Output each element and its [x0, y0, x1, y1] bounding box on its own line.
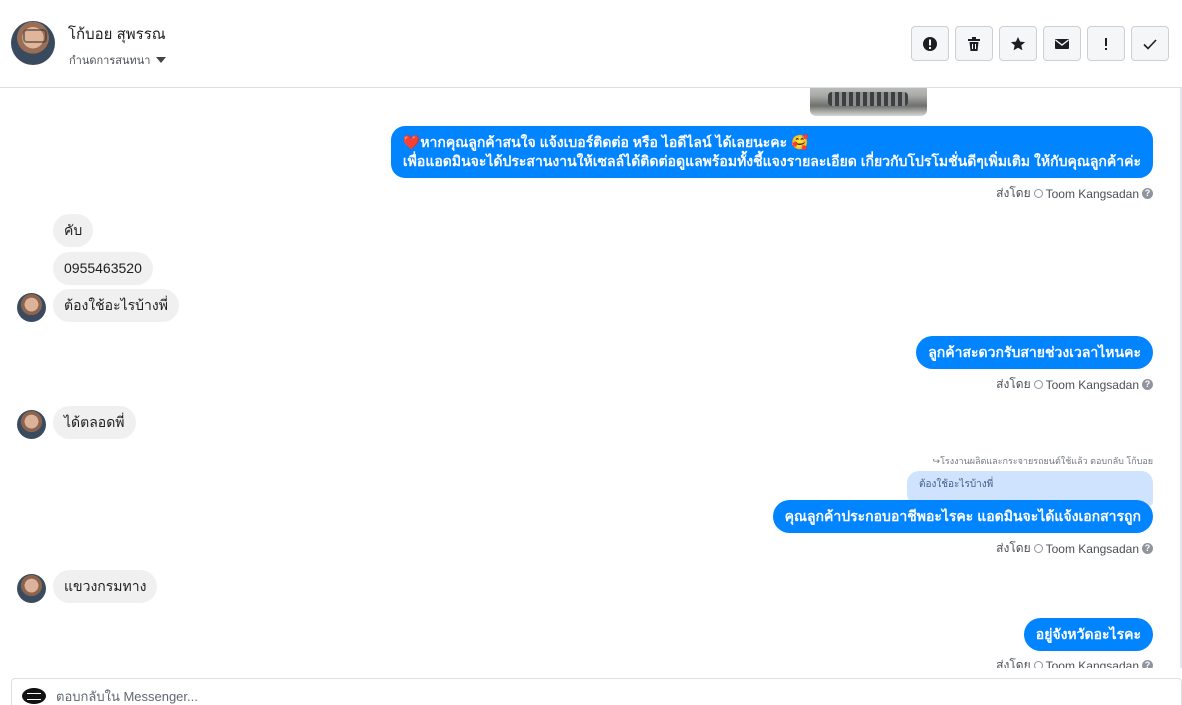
- conversation-toolbar: [911, 26, 1169, 61]
- help-icon[interactable]: ?: [1142, 188, 1153, 199]
- message-line: เพื่อแอดมินจะได้ประสานงานให้เซลล์ได้ติดต…: [402, 153, 1141, 169]
- sent-by-label: ส่งโดย: [996, 541, 1031, 555]
- outgoing-message: อยู่จังหวัดอะไรคะ: [1023, 618, 1153, 651]
- sent-by-label: ส่งโดย: [996, 658, 1031, 668]
- incoming-message: ต้องใช้อะไรบ้างพี่: [53, 289, 179, 322]
- conversation-status-dropdown[interactable]: กำนดการสนทนา: [69, 51, 167, 69]
- page-avatar: [22, 688, 46, 704]
- star-icon: [1010, 36, 1026, 50]
- help-icon[interactable]: ?: [1142, 379, 1153, 390]
- reply-input[interactable]: [56, 689, 756, 704]
- conversation-header: โก้บอย สุพรรณ กำนดการสนทนา: [0, 0, 1182, 88]
- incoming-message: แขวงกรมทาง: [53, 570, 158, 603]
- help-icon[interactable]: ?: [1142, 543, 1153, 554]
- sent-by-info: ส่งโดย Toom Kangsadan ?: [996, 375, 1153, 394]
- spam-button[interactable]: [911, 26, 949, 61]
- sender-status-icon: [1033, 661, 1043, 668]
- done-button[interactable]: [1131, 26, 1169, 61]
- sent-by-info: ส่งโดย Toom Kangsadan ?: [996, 539, 1153, 558]
- sender-status-icon: [1033, 544, 1043, 553]
- caret-down-icon: [156, 57, 167, 63]
- reply-context-note: ↪โรงงานผลิตและกระจายรถยนต์ใช้แล้ว ตอบกลั…: [932, 456, 1153, 466]
- contact-name[interactable]: โก้บอย สุพรรณ: [68, 22, 166, 46]
- sent-by-label: ส่งโดย: [996, 377, 1031, 391]
- sent-by-info: ส่งโดย Toom Kangsadan ?: [996, 656, 1153, 668]
- conversation-status-label: กำนดการสนทนา: [69, 55, 151, 67]
- mark-unread-button[interactable]: [1043, 26, 1081, 61]
- envelope-icon: [1055, 38, 1069, 49]
- sender-avatar[interactable]: [17, 410, 46, 439]
- message-thread[interactable]: ❤️หากคุณลูกค้าสนใจ แจ้งเบอร์ติดต่อ หรือ …: [0, 88, 1182, 668]
- incoming-message: 0955463520: [53, 252, 153, 285]
- exclamation-icon: [1105, 37, 1107, 50]
- sender-name[interactable]: Toom Kangsadan: [1046, 378, 1139, 392]
- important-button[interactable]: [1087, 26, 1125, 61]
- sender-status-icon: [1033, 189, 1043, 198]
- incoming-message: ได้ตลอดพี่: [53, 406, 136, 439]
- outgoing-message: ลูกค้าสะดวกรับสายช่วงเวลาไหนคะ: [916, 336, 1153, 369]
- incoming-message: คับ: [53, 214, 94, 247]
- message-line: ❤️หากคุณลูกค้าสนใจ แจ้งเบอร์ติดต่อ หรือ …: [402, 134, 809, 150]
- delete-button[interactable]: [955, 26, 993, 61]
- alert-circle-icon: [923, 36, 937, 51]
- car-photo-attachment[interactable]: [810, 88, 927, 116]
- contact-avatar[interactable]: [11, 21, 55, 65]
- help-icon[interactable]: ?: [1142, 660, 1153, 668]
- sender-avatar[interactable]: [17, 574, 46, 603]
- trash-icon: [968, 36, 980, 51]
- sent-by-info: ส่งโดย Toom Kangsadan ?: [996, 184, 1153, 203]
- sender-status-icon: [1033, 380, 1043, 389]
- star-button[interactable]: [999, 26, 1037, 61]
- sender-avatar[interactable]: [17, 293, 46, 322]
- sender-name[interactable]: Toom Kangsadan: [1046, 187, 1139, 201]
- outgoing-message: คุณลูกค้าประกอบอาชีพอะไรคะ แอดมินจะได้แจ…: [772, 500, 1153, 533]
- sender-name[interactable]: Toom Kangsadan: [1046, 659, 1139, 669]
- reply-composer: [11, 678, 1182, 705]
- sent-by-label: ส่งโดย: [996, 186, 1031, 200]
- outgoing-message: ❤️หากคุณลูกค้าสนใจ แจ้งเบอร์ติดต่อ หรือ …: [390, 126, 1153, 178]
- check-icon: [1143, 38, 1157, 50]
- sender-name[interactable]: Toom Kangsadan: [1046, 542, 1139, 556]
